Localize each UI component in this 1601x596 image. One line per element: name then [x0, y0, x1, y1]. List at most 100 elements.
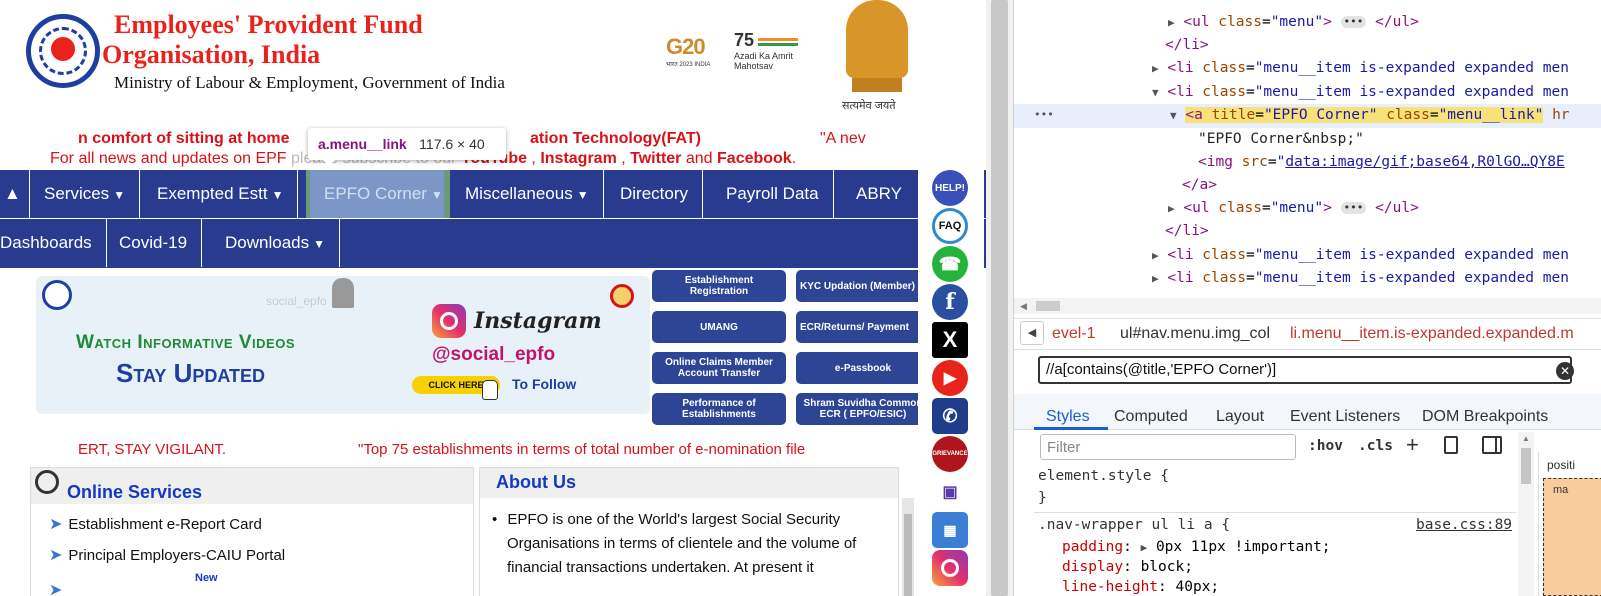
expand-triangle-icon[interactable]: ▶ — [1168, 202, 1175, 215]
collapsed-ellipsis-icon[interactable]: ••• — [1340, 202, 1367, 214]
dom-line-a-close[interactable]: </a> — [1182, 177, 1217, 193]
nav-downloads[interactable]: Downloads ▼ — [211, 219, 340, 267]
expand-triangle-icon[interactable]: ▶ — [1141, 541, 1148, 554]
new-badge: New — [195, 572, 218, 584]
breadcrumb-scroll-left[interactable]: ◀ — [1020, 321, 1044, 345]
nav-dashboards[interactable]: Dashboards — [0, 219, 107, 267]
dom-line-ul-menu[interactable]: ▶ <ul class="menu"> ••• </ul> — [1168, 14, 1419, 30]
help-icon[interactable]: HELP! — [932, 170, 968, 206]
online-services-panel: Online Services ➤ Establishment e-Report … — [30, 467, 474, 596]
arrow-right-icon: ➤ — [49, 547, 63, 564]
instagram-link[interactable]: Instagram — [540, 150, 616, 167]
nav-miscellaneous[interactable]: Miscellaneous ▼ — [451, 170, 604, 218]
page-scrollbar[interactable] — [986, 0, 1013, 596]
breadcrumb-item-level[interactable]: evel-1 — [1052, 325, 1096, 343]
quick-link-ecr-returns-payment[interactable]: ECR/Returns/ Payment — [796, 311, 930, 343]
tab-styles[interactable]: Styles — [1046, 408, 1090, 426]
cls-toggle[interactable]: .cls — [1358, 438, 1393, 454]
quick-link-kyc-updation[interactable]: KYC Updation (Member) — [796, 270, 930, 302]
service-link-principal-employers-caiu[interactable]: ➤ Principal Employers-CAIU Portal — [49, 545, 285, 565]
tab-event-listeners[interactable]: Event Listeners — [1290, 408, 1400, 426]
umang-app-icon[interactable]: ▦ — [932, 512, 968, 548]
img-src-link[interactable]: data:image/gif;base64,R0lGO…QY8E — [1285, 154, 1564, 170]
quick-link-performance-of-establishments[interactable]: Performance of Establishments — [652, 393, 786, 425]
faq-icon[interactable]: FAQ — [932, 208, 968, 244]
prop-display[interactable]: display: block; — [1062, 559, 1193, 575]
dom-line-ul-menu-2[interactable]: ▶ <ul class="menu"> ••• </ul> — [1168, 200, 1419, 216]
dom-line-li-expanded-4[interactable]: ▶ <li class="menu__item is-expanded expa… — [1152, 270, 1569, 286]
nav-epfo-corner[interactable]: EPFO Corner ▼ — [306, 170, 450, 218]
breadcrumb-item-ul-nav[interactable]: ul#nav.menu.img_col — [1120, 325, 1270, 343]
online-services-title: Online Services — [67, 482, 203, 502]
quick-link-e-passbook[interactable]: e-Passbook — [796, 352, 930, 384]
quick-link-umang[interactable]: UMANG — [652, 311, 786, 343]
dom-line-text-node[interactable]: "EPFO Corner&nbsp;" — [1198, 131, 1364, 147]
grievance-icon[interactable]: GRIEVANCE — [932, 436, 968, 472]
about-us-text: • EPFO is one of the World's largest Soc… — [492, 511, 857, 576]
instagram-sidebar-icon[interactable] — [932, 550, 968, 586]
phone-icon[interactable]: ✆ — [932, 398, 968, 434]
tab-computed[interactable]: Computed — [1114, 408, 1188, 426]
expand-triangle-icon[interactable]: ▶ — [1152, 249, 1159, 262]
dom-line-a-menu-link[interactable]: ▼ <a title="EPFO Corner" class="menu__li… — [1170, 107, 1570, 123]
quick-link-establishment-registration[interactable]: Establishment Registration — [652, 270, 786, 302]
rule-element-style-close: } — [1038, 490, 1047, 506]
nav-covid-19[interactable]: Covid-19 — [105, 219, 203, 267]
epfo-logo[interactable] — [26, 14, 100, 88]
tab-dom-breakpoints[interactable]: DOM Breakpoints — [1422, 408, 1548, 426]
prop-padding[interactable]: padding: ▶ 0px 11px !important; — [1062, 539, 1331, 555]
row-menu-dots[interactable]: ••• — [1034, 108, 1054, 121]
collapse-triangle-icon[interactable]: ▼ — [1152, 86, 1159, 99]
new-style-rule-icon[interactable]: + — [1406, 432, 1419, 458]
caret-down-icon: ▼ — [271, 188, 284, 202]
collapse-triangle-icon[interactable]: ▼ — [1170, 109, 1177, 122]
dom-line-li-expanded-3[interactable]: ▶ <li class="menu__item is-expanded expa… — [1152, 247, 1569, 263]
dom-line-li-expanded-1[interactable]: ▶ <li class="menu__item is-expanded expa… — [1152, 60, 1569, 76]
x-twitter-icon[interactable]: X — [932, 322, 968, 358]
expand-triangle-icon[interactable]: ▶ — [1152, 62, 1159, 75]
breadcrumb-item-li[interactable]: li.menu__item.is-expanded.expanded.m — [1290, 325, 1574, 343]
nav-services[interactable]: Services ▼ — [30, 170, 141, 218]
rule-nav-wrapper-selector[interactable]: .nav-wrapper ul li a { — [1038, 517, 1230, 533]
nav-home-icon[interactable]: ▲ — [0, 170, 30, 218]
paint-brush-icon[interactable] — [1444, 436, 1458, 454]
tab-layout[interactable]: Layout — [1216, 408, 1264, 426]
quick-link-shram-suvidha[interactable]: Shram Suvidha Common ECR ( EPFO/ESIC) — [796, 393, 930, 425]
dom-line-li-close-2[interactable]: </li> — [1165, 223, 1209, 239]
facebook-link[interactable]: Facebook — [717, 150, 792, 167]
rule-element-style[interactable]: element.style { — [1038, 468, 1169, 484]
dom-line-li-close[interactable]: </li> — [1165, 37, 1209, 53]
search-clear-icon[interactable]: ✕ — [1556, 362, 1574, 380]
nav-directory[interactable]: Directory — [606, 170, 704, 218]
elements-search-input[interactable]: //a[contains(@title,'EPFO Corner')] — [1038, 356, 1572, 384]
facebook-icon[interactable]: f — [932, 284, 968, 320]
digilocker-icon[interactable]: ▣ — [932, 474, 968, 510]
nav-exempted-estt[interactable]: Exempted Estt ▼ — [143, 170, 299, 218]
main-nav-row-1: ▲ Services ▼ Exempted Estt ▼ EPFO Corner ▼ … — [0, 170, 1013, 218]
youtube-icon[interactable]: ▶ — [932, 360, 968, 396]
arrow-right-icon: ➤ — [49, 582, 63, 596]
dom-line-img[interactable]: <img src="data:image/gif;base64,R0lGO…QY… — [1198, 154, 1565, 170]
collapsed-ellipsis-icon[interactable]: ••• — [1340, 16, 1367, 28]
expand-triangle-icon[interactable]: ▶ — [1152, 272, 1159, 285]
dom-horizontal-scrollbar[interactable]: ◀ — [1014, 298, 1601, 314]
styles-filter-input[interactable]: Filter — [1040, 434, 1296, 460]
nav-payroll-data[interactable]: Payroll Data — [712, 170, 834, 218]
main-nav-row-2: Dashboards Covid-19 Downloads ▼ — [0, 219, 1013, 268]
prop-line-height[interactable]: line-height: 40px; — [1062, 579, 1219, 595]
about-scrollbar[interactable] — [902, 498, 914, 596]
quick-link-online-claims[interactable]: Online Claims Member Account Transfer — [652, 352, 786, 384]
expand-triangle-icon[interactable]: ▶ — [1168, 16, 1175, 29]
twitter-link[interactable]: Twitter — [630, 150, 681, 167]
dom-line-li-expanded-2[interactable]: ▼ <li class="menu__item is-expanded expa… — [1152, 84, 1569, 100]
hov-toggle[interactable]: :hov — [1308, 438, 1343, 454]
tooltip-pointer — [322, 159, 336, 166]
instagram-promo-banner[interactable]: social_epfo Watch Informative Videos Sta… — [36, 276, 650, 414]
caret-down-icon: ▼ — [313, 237, 325, 251]
whatsapp-icon[interactable]: ☎ — [932, 246, 968, 282]
nav-abry[interactable]: ABRY — [842, 170, 916, 218]
styles-scrollbar[interactable]: ▲ — [1518, 432, 1534, 596]
toggle-sidebar-icon[interactable] — [1482, 436, 1502, 454]
rule-source-link[interactable]: base.css:89 — [1416, 517, 1512, 533]
service-link-establishment-e-report-card[interactable]: ➤ Establishment e-Report Card — [49, 514, 262, 534]
